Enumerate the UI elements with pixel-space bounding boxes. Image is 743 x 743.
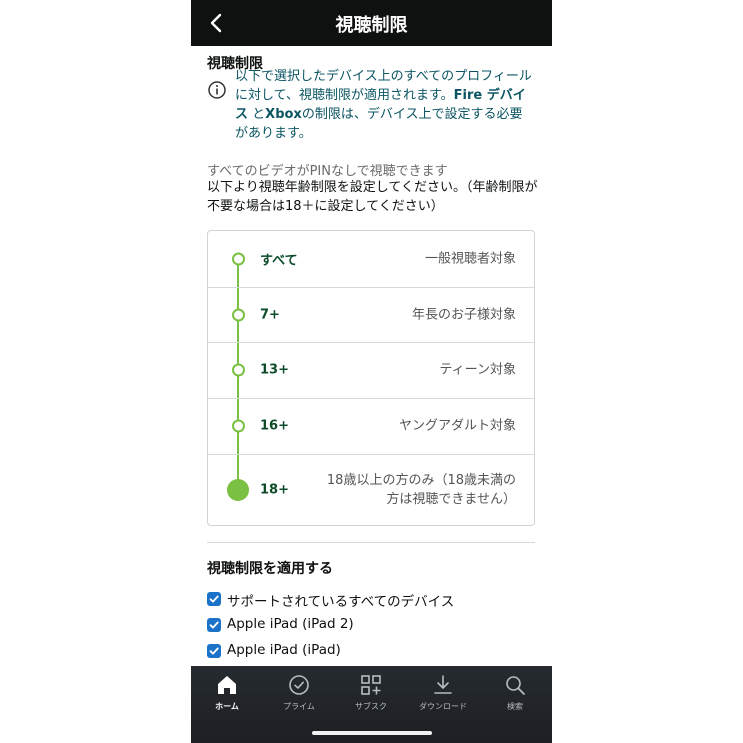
info-text-2: と xyxy=(252,107,266,122)
rating-label: 13+ xyxy=(260,362,289,378)
device-label: Apple iPad (iPad 2) xyxy=(227,616,354,632)
rating-dot xyxy=(232,308,245,321)
rating-description: ティーン対象 xyxy=(439,362,516,378)
rating-label: 18+ xyxy=(260,482,289,497)
rating-dot xyxy=(232,363,245,377)
rating-label: すべて xyxy=(260,253,298,269)
rating-description: ヤングアダルト対象 xyxy=(398,418,516,434)
tab-home[interactable]: ホーム xyxy=(191,673,263,712)
tab-prime[interactable]: プライム xyxy=(263,673,335,712)
phone-screen: 視聴制限 視聴制限 以下で選択したデバイス上のすべてのプロフィールに対して、視聴… xyxy=(191,0,552,743)
rating-dot xyxy=(232,419,245,433)
rating-selector: すべて 一般視聴者対象 7+ 年長のお子様対象 13+ ティーン対象 16+ ヤ… xyxy=(207,230,535,526)
rating-description-line: 18歳以上の方のみ（18歳未満の xyxy=(326,472,516,488)
rating-description-line: 方は視聴できません） xyxy=(386,491,516,507)
search-icon xyxy=(506,676,525,695)
info-message: 以下で選択したデバイス上のすべてのプロフィールに対して、視聴制限が適用されます。… xyxy=(235,67,533,143)
check-circle-icon xyxy=(289,675,309,695)
info-icon xyxy=(208,81,226,99)
tab-label: プライム xyxy=(283,702,315,711)
info-xbox-label: Xbox xyxy=(265,107,302,122)
check-icon xyxy=(209,647,219,655)
rating-description: 一般視聴者対象 xyxy=(424,251,516,267)
status-text: すべてのビデオがPINなしで視聴できます xyxy=(207,164,448,179)
rating-description: 18歳以上の方のみ（18歳未満の 方は視聴できません） xyxy=(327,471,516,509)
rating-label: 7+ xyxy=(260,307,280,322)
checkbox-checked[interactable] xyxy=(207,592,221,606)
tab-label: サブスク xyxy=(355,702,387,711)
header-bar: 視聴制限 xyxy=(191,0,552,46)
tab-label: ホーム xyxy=(215,702,239,711)
rating-option-16[interactable]: 16+ ヤングアダルト対象 xyxy=(208,398,534,455)
tab-search[interactable]: 検索 xyxy=(479,673,551,712)
rating-selected-dot xyxy=(227,478,249,501)
checkbox-checked[interactable] xyxy=(207,644,221,658)
rating-description: 年長のお子様対象 xyxy=(411,307,516,322)
instruction-text: 以下より視聴年齢制限を設定してください。（年齢制限が不要な場合は18＋に設定して… xyxy=(207,180,538,214)
check-icon xyxy=(209,595,219,603)
home-icon xyxy=(218,676,236,694)
page-title: 視聴制限 xyxy=(335,15,408,36)
grid-plus-icon xyxy=(361,675,381,695)
rating-option-7[interactable]: 7+ 年長のお子様対象 xyxy=(208,287,534,343)
download-icon xyxy=(434,675,452,694)
divider xyxy=(207,542,535,543)
home-indicator xyxy=(312,731,432,735)
checkbox-checked[interactable] xyxy=(207,618,221,632)
settings-content: 視聴制限 以下で選択したデバイス上のすべてのプロフィールに対して、視聴制限が適用… xyxy=(191,46,552,666)
section-title-apply: 視聴制限を適用する xyxy=(207,561,333,577)
rating-option-18[interactable]: 18+ 18歳以上の方のみ（18歳未満の 方は視聴できません） xyxy=(208,454,534,525)
tab-label: 検索 xyxy=(507,702,523,711)
tab-downloads[interactable]: ダウンロード xyxy=(407,673,479,712)
rating-label: 16+ xyxy=(260,418,289,434)
rating-dot xyxy=(232,252,245,266)
tab-label: ダウンロード xyxy=(419,702,467,711)
rating-option-all[interactable]: すべて 一般視聴者対象 xyxy=(208,231,534,288)
device-label: Apple iPad (iPad) xyxy=(227,642,341,658)
tab-subscriptions[interactable]: サブスク xyxy=(335,673,407,712)
rating-option-13[interactable]: 13+ ティーン対象 xyxy=(208,342,534,399)
device-label: サポートされているすべてのデバイス xyxy=(227,594,455,610)
check-icon xyxy=(209,621,219,629)
